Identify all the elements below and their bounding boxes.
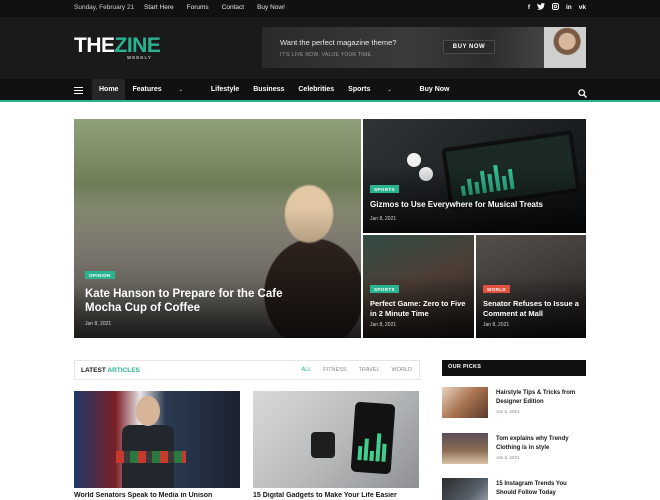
- pick-item[interactable]: Hairstyle Tips & Tricks from Designer Ed…: [442, 387, 586, 419]
- nav-item-features[interactable]: Features ⌄: [132, 86, 196, 93]
- top-link-start-here[interactable]: Start Here: [144, 4, 174, 11]
- our-picks-header: OUR PICKS: [442, 360, 586, 376]
- hero-bottom-right-article[interactable]: WORLD Senator Refuses to Issue a Comment…: [476, 235, 586, 338]
- facebook-icon[interactable]: f: [528, 3, 530, 14]
- pick-thumbnail[interactable]: [442, 478, 488, 500]
- top-link-buy-now[interactable]: Buy Now!: [257, 4, 285, 11]
- vk-icon[interactable]: vk: [579, 3, 586, 14]
- filter-world[interactable]: WORLD: [392, 367, 412, 373]
- ad-model-image: [544, 27, 586, 68]
- nav-item-sports[interactable]: Sports ⌄: [348, 86, 405, 93]
- social-links: f in vk: [528, 3, 586, 14]
- chevron-down-icon: ⌄: [387, 87, 392, 93]
- logo-main-text: THE: [74, 34, 115, 57]
- pick-item[interactable]: Tom explains why Trendy Clothing is in s…: [442, 433, 586, 465]
- nav-item-sports-label: Sports: [348, 86, 371, 93]
- ad-subtext: IT'S LIVE NOW, VALUE YOUR TIME.: [280, 52, 373, 58]
- article-title-line-1: Senator Refuses to Issue a: [483, 299, 579, 308]
- section-title-accent: ARTICLES: [107, 367, 140, 374]
- filter-travel[interactable]: TRAVEL: [359, 367, 380, 373]
- microphones-graphic: [116, 451, 186, 463]
- ad-buy-now-button[interactable]: BUY NOW: [443, 40, 495, 54]
- linkedin-icon[interactable]: in: [566, 3, 572, 14]
- article-title[interactable]: Senator Refuses to Issue a Comment at Ma…: [483, 299, 579, 319]
- pick-title-line-2: Designer Edition: [496, 399, 544, 405]
- category-filters: ALL FITNESS TRAVEL WORLD: [301, 367, 412, 373]
- twitter-icon[interactable]: [536, 3, 545, 14]
- smartwatch-graphic: [311, 432, 335, 458]
- pick-title[interactable]: 15 Instagram Trends You Should Follow To…: [496, 480, 586, 498]
- filter-all[interactable]: ALL: [301, 367, 311, 373]
- article-card-image[interactable]: [253, 391, 419, 488]
- category-badge[interactable]: SPORTS: [370, 185, 399, 193]
- pick-item[interactable]: 15 Instagram Trends You Should Follow To…: [442, 478, 586, 500]
- widget-title: OUR PICKS: [448, 364, 482, 370]
- category-badge[interactable]: WORLD: [483, 285, 510, 293]
- chevron-down-icon: ⌄: [178, 87, 183, 93]
- search-icon[interactable]: [578, 85, 587, 98]
- logo-accent-text: ZINE: [114, 34, 161, 57]
- pick-title-line-2: Clothing is in style: [496, 445, 550, 451]
- article-card-title[interactable]: World Senators Speak to Media in Unison: [74, 492, 240, 500]
- article-date: Jan 8, 2021: [370, 322, 397, 328]
- article-title-line-1: Kate Hanson to Prepare for the Cafe: [85, 288, 283, 300]
- pick-title-line-1: 15 Instagram Trends You: [496, 481, 567, 487]
- header-ad-banner[interactable]: Want the perfect magazine theme? IT'S LI…: [262, 27, 586, 68]
- smartphone-graphic: [350, 401, 396, 475]
- pick-title-line-2: Should Follow Today: [496, 490, 556, 496]
- logo-tagline: WEEKLY: [127, 55, 152, 60]
- article-title-line-2: Comment at Mall: [483, 309, 544, 318]
- pick-thumbnail[interactable]: [442, 387, 488, 418]
- hero-main-article[interactable]: OPINION Kate Hanson to Prepare for the C…: [74, 119, 361, 338]
- article-title-line-1: Perfect Game: Zero to Five: [370, 299, 466, 308]
- hero-top-right-article[interactable]: SPORTS Gizmos to Use Everywhere for Musi…: [363, 119, 586, 233]
- pick-title[interactable]: Hairstyle Tips & Tricks from Designer Ed…: [496, 389, 586, 407]
- pick-title[interactable]: Tom explains why Trendy Clothing is in s…: [496, 435, 586, 453]
- nav-item-buy-now[interactable]: Buy Now: [420, 86, 450, 93]
- hamburger-menu-icon[interactable]: [74, 87, 83, 94]
- latest-articles-header: LATEST ARTICLES ALL FITNESS TRAVEL WORLD: [74, 360, 420, 380]
- category-badge[interactable]: SPORTS: [370, 285, 399, 293]
- top-bar: Sunday, February 21 Start Here Forums Co…: [0, 0, 660, 17]
- nav-item-lifestyle[interactable]: Lifestyle: [211, 86, 239, 93]
- nav-item-home[interactable]: Home: [99, 86, 118, 93]
- category-badge[interactable]: OPINION: [85, 271, 115, 279]
- article-title-line-2: Mocha Cup of Coffee: [85, 302, 200, 314]
- ad-headline: Want the perfect magazine theme?: [280, 38, 397, 47]
- pick-thumbnail[interactable]: [442, 433, 488, 464]
- filter-fitness[interactable]: FITNESS: [323, 367, 346, 373]
- site-logo[interactable]: THEZINE: [74, 34, 161, 57]
- article-card-image[interactable]: [74, 391, 240, 488]
- section-title: LATEST ARTICLES: [81, 367, 140, 374]
- article-card-title[interactable]: 15 Digital Gadgets to Make Your Life Eas…: [253, 492, 419, 500]
- article-title-line-2: in 2 Minute Time: [370, 309, 429, 318]
- nav-item-business[interactable]: Business: [253, 86, 284, 93]
- image-overlay: [363, 164, 586, 233]
- top-links: Start Here Forums Contact Buy Now!: [144, 4, 285, 11]
- speaker-face: [136, 396, 160, 426]
- article-title[interactable]: Kate Hanson to Prepare for the Cafe Moch…: [85, 287, 282, 315]
- main-navigation: Home Features ⌄ Lifestyle Business Celebr…: [0, 79, 660, 102]
- article-title[interactable]: Perfect Game: Zero to Five in 2 Minute T…: [370, 299, 465, 319]
- pick-date: Jan 6, 2021: [496, 409, 520, 414]
- article-date: Jan 8, 2021: [85, 321, 112, 327]
- site-header: THEZINE WEEKLY Want the perfect magazine…: [0, 17, 660, 79]
- top-link-contact[interactable]: Contact: [222, 4, 244, 11]
- top-link-forums[interactable]: Forums: [187, 4, 209, 11]
- article-date: Jan 8, 2021: [370, 216, 397, 222]
- instagram-icon[interactable]: [551, 3, 559, 14]
- pick-date: Jan 6, 2021: [496, 455, 520, 460]
- pick-title-line-1: Hairstyle Tips & Tricks from: [496, 390, 576, 396]
- hero-bottom-left-article[interactable]: SPORTS Perfect Game: Zero to Five in 2 M…: [363, 235, 474, 338]
- section-title-main: LATEST: [81, 367, 106, 374]
- article-date: Jan 8, 2021: [483, 322, 510, 328]
- article-title[interactable]: Gizmos to Use Everywhere for Musical Tre…: [370, 200, 543, 209]
- nav-item-features-label: Features: [132, 86, 162, 93]
- nav-item-celebrities[interactable]: Celebrities: [298, 86, 334, 93]
- nav-items: Home Features ⌄ Lifestyle Business Celebr…: [99, 86, 464, 93]
- image-overlay: [74, 206, 361, 338]
- pick-title-line-1: Tom explains why Trendy: [496, 436, 569, 442]
- current-date: Sunday, February 21: [74, 4, 135, 11]
